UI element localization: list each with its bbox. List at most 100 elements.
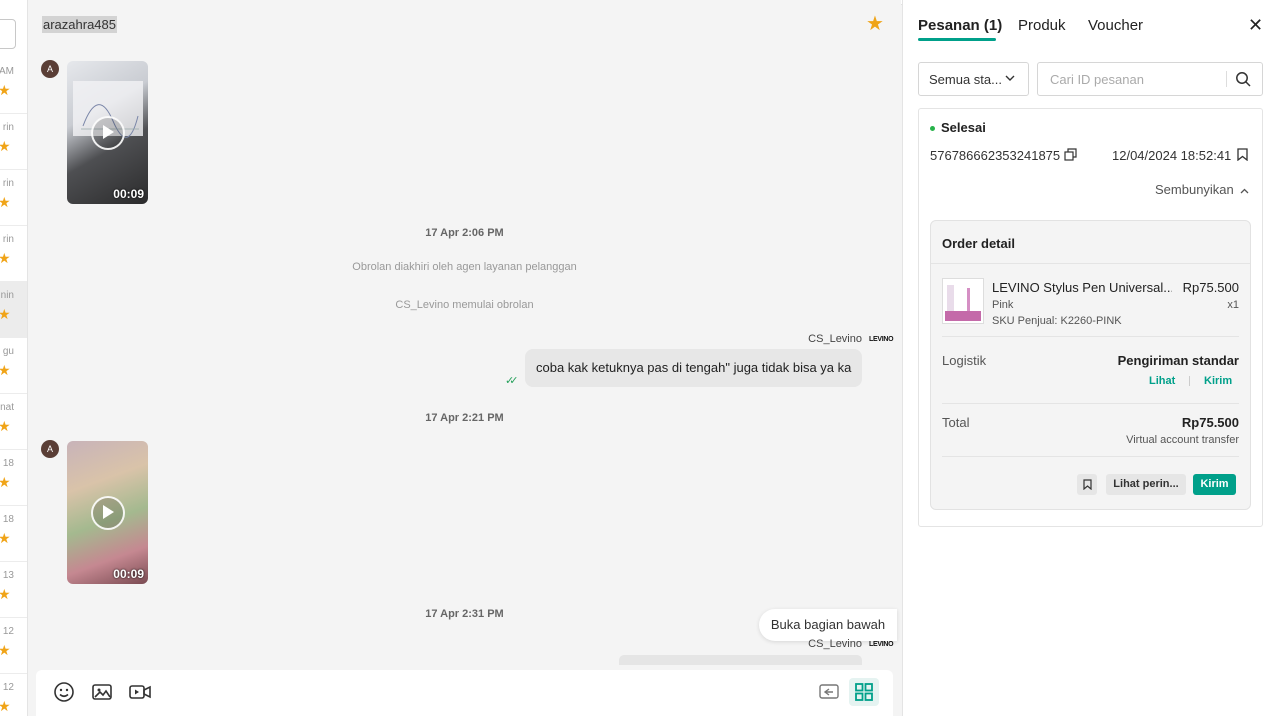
- search-icon[interactable]: [1235, 71, 1251, 87]
- bookmark-icon: [1082, 479, 1092, 491]
- logistics-view-link[interactable]: Lihat: [1149, 375, 1175, 387]
- conversation-list-item[interactable]: 18 ★: [0, 449, 27, 506]
- tab-vouchers[interactable]: Voucher: [1088, 17, 1143, 34]
- scroll-to-bottom-button[interactable]: Buka bagian bawah: [759, 609, 897, 641]
- video-duration: 00:09: [113, 187, 144, 201]
- conversation-list-item[interactable]: rin ★: [0, 169, 27, 226]
- order-search-box[interactable]: [1037, 62, 1263, 96]
- system-message: CS_Levino memulai obrolan: [395, 299, 534, 311]
- hide-details-label: Sembunyikan: [1155, 182, 1234, 197]
- video-upload-icon[interactable]: [128, 680, 152, 704]
- conversation-time: 18: [2, 458, 14, 469]
- order-detail-box: Order detail LEVINO Stylus Pen Universal…: [930, 220, 1251, 510]
- order-card: Selesai 576786662353241875 12/04/2024 18…: [918, 108, 1263, 527]
- product-name[interactable]: LEVINO Stylus Pen Universal...: [992, 280, 1172, 295]
- search-divider: [1226, 71, 1227, 87]
- conversation-time: nin: [0, 290, 14, 301]
- chevron-down-icon: [1005, 75, 1015, 81]
- thumb-pen: [967, 288, 970, 313]
- more-tools-button[interactable]: [849, 678, 879, 706]
- conversation-list-item[interactable]: nin ★: [0, 281, 27, 338]
- total-label: Total: [942, 415, 970, 430]
- product-thumbnail[interactable]: [942, 278, 984, 324]
- timestamp-divider: 17 Apr 2:06 PM: [425, 227, 504, 239]
- agent-name: CS_Levino: [808, 638, 862, 650]
- system-message: Obrolan diakhiri oleh agen layanan pelan…: [352, 261, 577, 273]
- bookmark-button[interactable]: [1077, 474, 1097, 495]
- conversation-time: gu: [2, 346, 14, 357]
- agent-name: CS_Levino: [808, 333, 862, 345]
- tab-orders[interactable]: Pesanan (1): [918, 17, 1002, 34]
- conversation-list-item[interactable]: AM ★: [0, 57, 27, 114]
- star-icon: ★: [0, 699, 11, 713]
- active-tab-indicator: [918, 38, 996, 41]
- tab-products[interactable]: Produk: [1018, 17, 1066, 34]
- chat-area: arazahra485 ★ A 00:09 17 Apr 2:06 PM Obr…: [28, 0, 901, 716]
- bookmark-icon[interactable]: [1237, 148, 1248, 161]
- order-id: 576786662353241875: [930, 148, 1061, 163]
- star-icon: ★: [0, 307, 11, 321]
- order-panel: Pesanan (1) Produk Voucher ✕ Semua sta..…: [902, 0, 1276, 716]
- conversation-list-item[interactable]: nat ★: [0, 393, 27, 450]
- star-icon: ★: [0, 587, 11, 601]
- conversation-time: nat: [0, 402, 14, 413]
- chevron-up-icon: [1240, 188, 1249, 194]
- conversation-list-item[interactable]: gu ★: [0, 337, 27, 394]
- agent-message-bubble[interactable]: coba kak ketuknya pas di tengah" juga ti…: [525, 349, 863, 387]
- conversation-list-item[interactable]: 13 ★: [0, 561, 27, 618]
- order-status: Selesai: [941, 120, 986, 135]
- total-value: Rp75.500: [1181, 415, 1239, 430]
- emoji-icon[interactable]: [52, 680, 76, 704]
- timestamp-divider: 17 Apr 2:21 PM: [425, 412, 504, 424]
- status-filter-select[interactable]: Semua sta...: [918, 62, 1029, 96]
- star-icon: ★: [0, 363, 11, 377]
- logistics-send-link[interactable]: Kirim: [1204, 375, 1232, 387]
- star-icon: ★: [0, 251, 11, 265]
- conversation-list-item[interactable]: 12 ★: [0, 617, 27, 674]
- read-check-icon: ✓✓: [505, 375, 519, 387]
- agent-logo: LEVINO: [869, 641, 894, 648]
- conversation-list[interactable]: AM★rin★rin★rin★nin★gu★nat★18★18★13★12★12…: [0, 0, 28, 716]
- order-datetime: 12/04/2024 18:52:41: [1112, 148, 1232, 163]
- agent-message-bubble-partial[interactable]: [619, 655, 862, 665]
- play-icon[interactable]: [91, 116, 125, 150]
- star-icon: ★: [0, 195, 11, 209]
- close-icon[interactable]: ✕: [1248, 15, 1263, 36]
- star-icon: ★: [0, 531, 11, 545]
- status-filter-value: Semua sta...: [929, 72, 1002, 87]
- payment-method: Virtual account transfer: [1126, 434, 1239, 446]
- play-icon[interactable]: [91, 496, 125, 530]
- conversation-list-item[interactable]: rin ★: [0, 113, 27, 170]
- conversation-list-item[interactable]: 18 ★: [0, 505, 27, 562]
- thumb-base: [945, 311, 981, 321]
- conversation-time: 12: [2, 626, 14, 637]
- conversation-search-box[interactable]: [0, 19, 16, 49]
- conversation-time: rin: [2, 122, 14, 133]
- agent-logo: LEVINO: [869, 336, 894, 343]
- star-icon: ★: [0, 419, 11, 433]
- customer-avatar: A: [41, 440, 59, 458]
- conversation-list-item[interactable]: rin ★: [0, 225, 27, 282]
- video-message[interactable]: 00:09: [67, 61, 148, 204]
- conversation-time: 18: [2, 514, 14, 525]
- star-icon: ★: [0, 475, 11, 489]
- image-upload-icon[interactable]: [90, 680, 114, 704]
- chat-username[interactable]: arazahra485: [42, 16, 117, 33]
- grid-icon: [855, 683, 873, 701]
- conversation-time: rin: [2, 178, 14, 189]
- hide-details-toggle[interactable]: Sembunyikan: [1155, 182, 1249, 197]
- star-icon: ★: [0, 83, 11, 97]
- copy-icon[interactable]: [1064, 148, 1077, 161]
- message-composer[interactable]: [36, 670, 893, 716]
- favorite-star-icon[interactable]: ★: [866, 13, 884, 35]
- conversation-list-item[interactable]: 12 ★: [0, 673, 27, 716]
- conversation-time: 13: [2, 570, 14, 581]
- star-icon: ★: [0, 139, 11, 153]
- video-message[interactable]: 00:09: [67, 441, 148, 584]
- view-details-button[interactable]: Lihat perin...: [1106, 474, 1186, 495]
- send-order-button[interactable]: Kirim: [1193, 474, 1236, 495]
- quick-reply-icon[interactable]: [817, 680, 841, 704]
- link-separator: [1189, 376, 1190, 386]
- conversation-time: 12: [2, 682, 14, 693]
- order-search-input[interactable]: [1048, 63, 1227, 95]
